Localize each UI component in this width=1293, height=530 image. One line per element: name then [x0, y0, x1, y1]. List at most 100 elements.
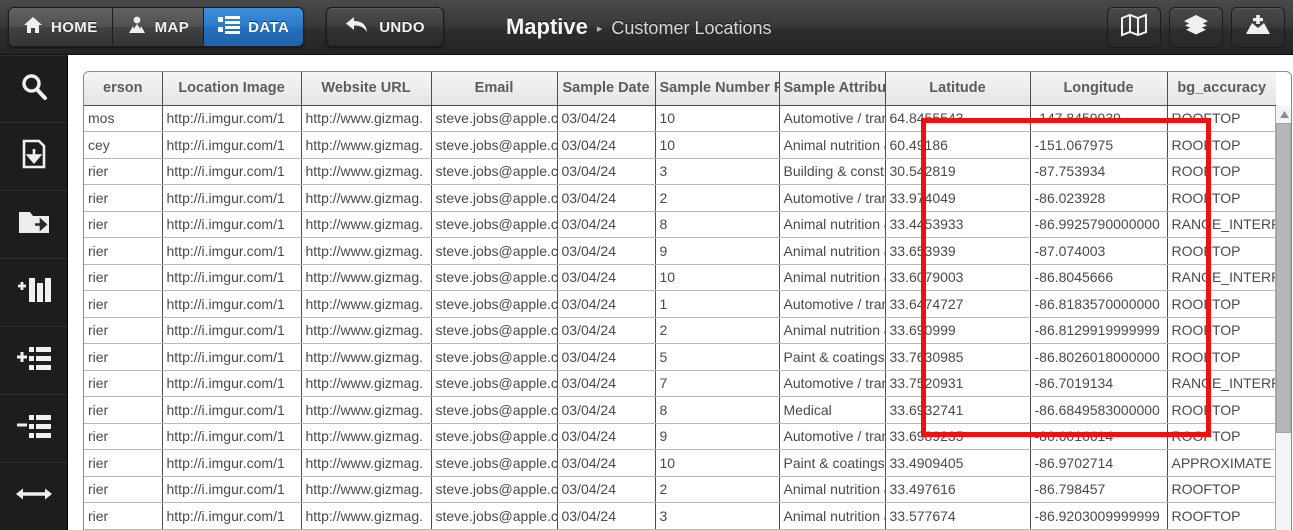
table-cell[interactable]: rier	[84, 211, 163, 238]
table-cell[interactable]: http://www.gizmag.	[301, 158, 432, 185]
column-header-longitude[interactable]: Longitude	[1030, 72, 1168, 106]
table-cell[interactable]: -86.8129919999999	[1030, 317, 1168, 344]
table-cell[interactable]: -151.067975	[1030, 131, 1168, 159]
column-header-sample-attribut[interactable]: Sample Attribut	[779, 72, 886, 106]
table-cell[interactable]: 2	[655, 184, 780, 212]
table-cell[interactable]: steve.jobs@apple.co	[431, 290, 558, 318]
table-cell[interactable]: Paint & coatings	[779, 449, 886, 477]
nav-button-data[interactable]: DATA	[204, 8, 304, 46]
table-row[interactable]: rier http://i.imgur.com/1 http://www.gizma…	[84, 264, 1276, 291]
table-row[interactable]: rier http://i.imgur.com/1 http://www.gizma…	[84, 423, 1276, 450]
table-cell[interactable]: 60.49186	[885, 131, 1031, 159]
table-cell[interactable]: rier	[84, 317, 163, 344]
table-cell[interactable]: 33.4909405	[885, 449, 1031, 477]
table-cell[interactable]: -86.8045666	[1030, 264, 1168, 291]
table-cell[interactable]: http://i.imgur.com/1	[162, 449, 302, 477]
table-cell[interactable]: mos	[84, 105, 163, 132]
table-cell[interactable]: http://www.gizmag.	[301, 105, 432, 132]
table-cell[interactable]: 03/04/24	[557, 290, 656, 318]
table-row[interactable]: rier http://i.imgur.com/1 http://www.gizma…	[84, 184, 1276, 212]
table-cell[interactable]: 9	[655, 423, 780, 450]
table-cell[interactable]: http://i.imgur.com/1	[162, 370, 302, 397]
table-cell[interactable]: http://www.gizmag.	[301, 290, 432, 318]
table-row[interactable]: rier http://i.imgur.com/1 http://www.gizma…	[84, 317, 1276, 344]
table-cell[interactable]: ROOFTOP	[1167, 396, 1276, 424]
table-cell[interactable]: 03/04/24	[557, 211, 656, 238]
table-cell[interactable]: ROOFTOP	[1167, 502, 1276, 530]
column-header-sample-number-f[interactable]: Sample Number F	[655, 72, 780, 106]
table-cell[interactable]: Animal nutrition &	[779, 131, 886, 159]
table-cell[interactable]: 1	[655, 290, 780, 318]
table-cell[interactable]: http://www.gizmag.	[301, 423, 432, 450]
table-cell[interactable]: -86.9925790000000	[1030, 211, 1168, 238]
table-cell[interactable]: cey	[84, 131, 163, 159]
table-cell[interactable]: 03/04/24	[557, 476, 656, 503]
table-cell[interactable]: steve.jobs@apple.co	[431, 396, 558, 424]
table-cell[interactable]: 03/04/24	[557, 423, 656, 450]
table-cell[interactable]: http://i.imgur.com/1	[162, 423, 302, 450]
table-cell[interactable]: -86.8026018000000	[1030, 343, 1168, 371]
table-cell[interactable]: Animal nutrition &	[779, 317, 886, 344]
table-cell[interactable]: http://i.imgur.com/1	[162, 343, 302, 371]
table-cell[interactable]: http://i.imgur.com/1	[162, 184, 302, 212]
sidebar-item-remove-row[interactable]	[0, 395, 68, 463]
table-cell[interactable]: http://www.gizmag.	[301, 449, 432, 477]
table-cell[interactable]: -86.6849583000000	[1030, 396, 1168, 424]
table-cell[interactable]: steve.jobs@apple.co	[431, 423, 558, 450]
table-cell[interactable]: Animal nutrition &	[779, 476, 886, 503]
table-cell[interactable]: 8	[655, 211, 780, 238]
table-cell[interactable]: http://i.imgur.com/1	[162, 317, 302, 344]
table-cell[interactable]: steve.jobs@apple.co	[431, 502, 558, 530]
table-cell[interactable]: -86.7019134	[1030, 370, 1168, 397]
table-cell[interactable]: 30.542819	[885, 158, 1031, 185]
table-cell[interactable]: steve.jobs@apple.co	[431, 158, 558, 185]
table-cell[interactable]: -147.8459939	[1030, 105, 1168, 132]
column-header-erson[interactable]: erson	[84, 72, 163, 106]
table-cell[interactable]: http://www.gizmag.	[301, 131, 432, 159]
table-cell[interactable]: rier	[84, 449, 163, 477]
table-cell[interactable]: steve.jobs@apple.co	[431, 211, 558, 238]
table-cell[interactable]: 03/04/24	[557, 396, 656, 424]
table-cell[interactable]: steve.jobs@apple.co	[431, 317, 558, 344]
data-grid[interactable]: erson Location Image Website URL Email Sampl…	[83, 71, 1292, 530]
scrollbar-thumb[interactable]	[1276, 123, 1291, 433]
nav-button-home[interactable]: HOME	[9, 8, 113, 46]
table-cell[interactable]: 03/04/24	[557, 131, 656, 159]
table-cell[interactable]: 03/04/24	[557, 343, 656, 371]
table-cell[interactable]: http://www.gizmag.	[301, 237, 432, 265]
territory-button[interactable]	[1231, 7, 1285, 48]
table-cell[interactable]: 33.6932741	[885, 396, 1031, 424]
table-cell[interactable]: -87.753934	[1030, 158, 1168, 185]
table-cell[interactable]: http://i.imgur.com/1	[162, 502, 302, 530]
table-cell[interactable]: http://i.imgur.com/1	[162, 211, 302, 238]
table-cell[interactable]: RANGE_INTERPOLAT	[1167, 370, 1276, 397]
table-row[interactable]: rier http://i.imgur.com/1 http://www.gizma…	[84, 449, 1276, 477]
table-cell[interactable]: 2	[655, 317, 780, 344]
table-cell[interactable]: Automotive / tran	[779, 184, 886, 212]
table-cell[interactable]: 33.7630985	[885, 343, 1031, 371]
table-cell[interactable]: 03/04/24	[557, 370, 656, 397]
table-cell[interactable]: steve.jobs@apple.co	[431, 476, 558, 503]
table-row[interactable]: rier http://i.imgur.com/1 http://www.gizma…	[84, 237, 1276, 265]
table-cell[interactable]: 10	[655, 449, 780, 477]
table-cell[interactable]: 64.8455543	[885, 105, 1031, 132]
column-header-location-image[interactable]: Location Image	[162, 72, 302, 106]
table-cell[interactable]: rier	[84, 423, 163, 450]
table-cell[interactable]: Automotive / tran	[779, 290, 886, 318]
table-cell[interactable]: Automotive / tran	[779, 423, 886, 450]
table-cell[interactable]: -87.074003	[1030, 237, 1168, 265]
table-cell[interactable]: ROOFTOP	[1167, 290, 1276, 318]
table-cell[interactable]: http://i.imgur.com/1	[162, 476, 302, 503]
scroll-up-arrow-icon[interactable]	[1276, 106, 1291, 123]
table-cell[interactable]: ROOFTOP	[1167, 158, 1276, 185]
table-cell[interactable]: http://i.imgur.com/1	[162, 396, 302, 424]
vertical-scrollbar[interactable]	[1275, 106, 1291, 530]
table-row[interactable]: mos http://i.imgur.com/1 http://www.gizmag…	[84, 105, 1276, 132]
table-cell[interactable]: 33.7520931	[885, 370, 1031, 397]
undo-button[interactable]: UNDO	[326, 7, 444, 47]
table-cell[interactable]: http://i.imgur.com/1	[162, 158, 302, 185]
table-cell[interactable]: 5	[655, 343, 780, 371]
table-cell[interactable]: steve.jobs@apple.co	[431, 343, 558, 371]
table-cell[interactable]: ROOFTOP	[1167, 105, 1276, 132]
table-cell[interactable]: steve.jobs@apple.co	[431, 370, 558, 397]
